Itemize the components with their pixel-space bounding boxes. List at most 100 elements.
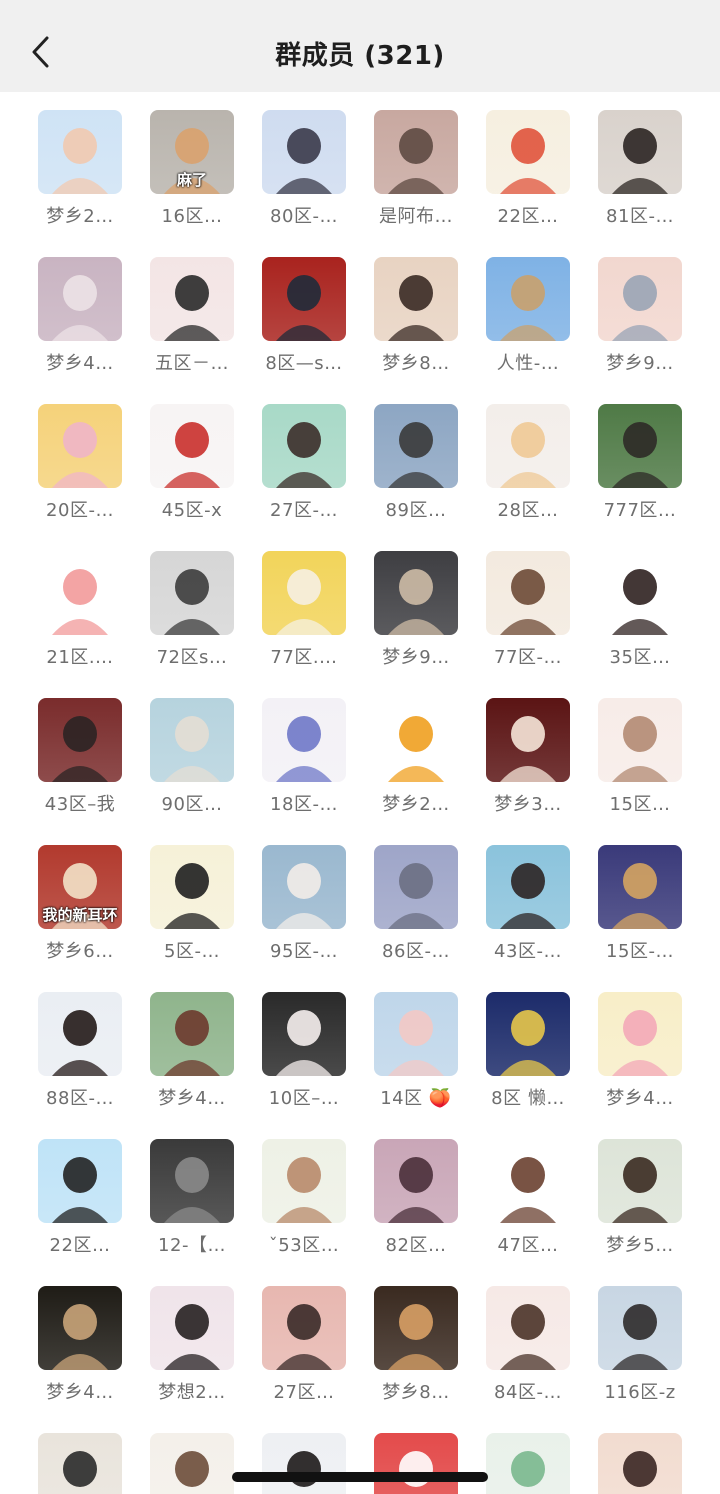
member-tile[interactable]: 77区.… xyxy=(248,533,360,673)
member-tile[interactable]: 28区… xyxy=(472,386,584,526)
member-avatar xyxy=(374,551,458,635)
member-tile[interactable]: 梦想2… xyxy=(136,1268,248,1408)
member-avatar xyxy=(150,257,234,341)
member-tile[interactable]: 777区… xyxy=(584,386,696,526)
member-tile[interactable]: 我的新耳环 梦乡6… xyxy=(24,827,136,967)
member-name: 15区-… xyxy=(606,941,674,962)
member-tile[interactable]: 88区-… xyxy=(24,974,136,1114)
member-tile[interactable]: 麻了 16区… xyxy=(136,92,248,232)
member-name: 五区－… xyxy=(155,353,229,374)
member-tile[interactable]: 77区-… xyxy=(472,533,584,673)
member-tile[interactable]: 35区… xyxy=(584,533,696,673)
member-avatar xyxy=(262,845,346,929)
member-tile[interactable]: 80区-… xyxy=(248,92,360,232)
member-tile[interactable]: 27区… xyxy=(248,1268,360,1408)
member-avatar xyxy=(374,698,458,782)
member-avatar xyxy=(374,1286,458,1370)
member-avatar xyxy=(262,1433,346,1494)
member-tile[interactable]: 梦乡4… xyxy=(24,1268,136,1408)
member-name: 梦乡2… xyxy=(382,794,450,815)
member-tile[interactable]: 45区-x xyxy=(136,386,248,526)
member-tile[interactable]: 86区-… xyxy=(360,827,472,967)
member-tile[interactable]: 梦乡5… xyxy=(584,1121,696,1261)
member-name: 梦乡8… xyxy=(382,353,450,374)
member-name: 梦乡9… xyxy=(382,647,450,668)
member-tile[interactable]: 10区–… xyxy=(248,974,360,1114)
member-name: 77区.… xyxy=(270,647,338,668)
member-avatar xyxy=(374,845,458,929)
member-tile[interactable]: 27区-… xyxy=(248,386,360,526)
member-name: 90区… xyxy=(161,794,223,815)
member-avatar xyxy=(486,551,570,635)
member-name: ˇ53区… xyxy=(268,1235,340,1256)
member-tile[interactable]: 梦乡9… xyxy=(360,533,472,673)
member-tile[interactable]: 43区–我 xyxy=(24,680,136,820)
member-avatar xyxy=(598,1433,682,1494)
member-tile[interactable]: 21区.… xyxy=(24,533,136,673)
member-tile[interactable]: 梦乡4… xyxy=(584,974,696,1114)
member-avatar xyxy=(598,110,682,194)
member-tile[interactable]: 116区-z xyxy=(584,1268,696,1408)
member-avatar xyxy=(374,404,458,488)
member-name: 18区-… xyxy=(270,794,338,815)
member-avatar xyxy=(374,257,458,341)
member-tile[interactable]: 95区-… xyxy=(248,827,360,967)
member-tile[interactable] xyxy=(360,1415,472,1494)
member-avatar xyxy=(374,992,458,1076)
member-name: 14区 🍑 xyxy=(380,1088,452,1109)
member-tile[interactable] xyxy=(248,1415,360,1494)
member-tile[interactable]: 14区 🍑 xyxy=(360,974,472,1114)
member-avatar xyxy=(38,257,122,341)
member-tile[interactable]: 8区—s… xyxy=(248,239,360,379)
member-avatar xyxy=(598,257,682,341)
member-tile[interactable]: 梦乡9… xyxy=(584,239,696,379)
member-tile[interactable]: 18区-… xyxy=(248,680,360,820)
avatar-caption: 麻了 xyxy=(176,171,207,189)
member-tile[interactable]: 22区… xyxy=(24,1121,136,1261)
back-button[interactable] xyxy=(20,30,60,74)
member-tile[interactable]: 梦乡8… xyxy=(360,1268,472,1408)
member-tile[interactable]: 梦乡3… xyxy=(472,680,584,820)
member-avatar: 我的新耳环 xyxy=(38,845,122,929)
member-tile[interactable]: 8区 懒… xyxy=(472,974,584,1114)
member-tile[interactable]: 梦乡2… xyxy=(360,680,472,820)
member-tile[interactable]: 84区-… xyxy=(472,1268,584,1408)
member-avatar xyxy=(262,110,346,194)
member-tile[interactable]: 90区… xyxy=(136,680,248,820)
member-avatar xyxy=(150,698,234,782)
member-tile[interactable]: ˇ53区… xyxy=(248,1121,360,1261)
member-tile[interactable]: 22区… xyxy=(472,92,584,232)
member-tile[interactable]: 15区-… xyxy=(584,827,696,967)
member-tile[interactable] xyxy=(136,1415,248,1494)
member-avatar xyxy=(38,551,122,635)
member-tile[interactable]: 89区… xyxy=(360,386,472,526)
member-name: 人性-… xyxy=(496,353,560,374)
member-tile[interactable]: 47区… xyxy=(472,1121,584,1261)
member-tile[interactable]: 12-【… xyxy=(136,1121,248,1261)
member-avatar xyxy=(262,257,346,341)
member-tile[interactable]: 梦乡2… xyxy=(24,92,136,232)
member-avatar: 麻了 xyxy=(150,110,234,194)
member-avatar xyxy=(262,551,346,635)
member-tile[interactable]: 人性-… xyxy=(472,239,584,379)
member-name: 是阿布… xyxy=(379,206,453,227)
member-tile[interactable]: 72区s… xyxy=(136,533,248,673)
member-tile[interactable]: 梦乡8… xyxy=(360,239,472,379)
member-tile[interactable]: 是阿布… xyxy=(360,92,472,232)
member-name: 95区-… xyxy=(270,941,338,962)
member-name: 梦乡3… xyxy=(494,794,562,815)
member-tile[interactable]: 梦乡4… xyxy=(136,974,248,1114)
member-tile[interactable]: 43区-… xyxy=(472,827,584,967)
member-tile[interactable] xyxy=(472,1415,584,1494)
member-tile[interactable]: 81区-… xyxy=(584,92,696,232)
member-tile[interactable]: 梦乡4… xyxy=(24,239,136,379)
member-tile[interactable] xyxy=(584,1415,696,1494)
member-tile[interactable]: 82区… xyxy=(360,1121,472,1261)
member-tile[interactable]: 五区－… xyxy=(136,239,248,379)
member-tile[interactable]: 15区… xyxy=(584,680,696,820)
member-name: 27区-… xyxy=(270,500,338,521)
member-tile[interactable]: 20区-… xyxy=(24,386,136,526)
member-tile[interactable] xyxy=(24,1415,136,1494)
member-tile[interactable]: 5区-… xyxy=(136,827,248,967)
member-name: 16区… xyxy=(161,206,223,227)
